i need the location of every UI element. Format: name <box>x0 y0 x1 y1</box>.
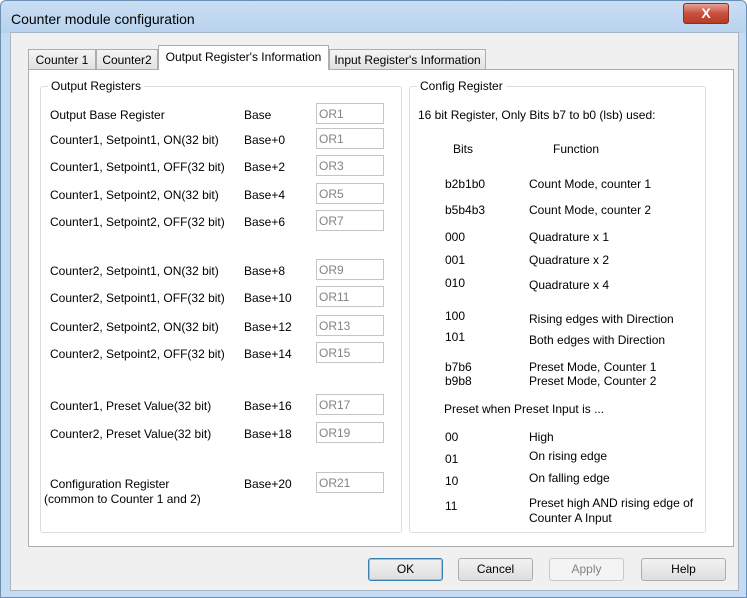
config-function: Preset Mode, Counter 2 <box>529 374 657 388</box>
output-register-label: Counter1, Preset Value(32 bit) <box>50 399 212 413</box>
output-register-offset: Base+18 <box>244 427 292 441</box>
output-register-field[interactable] <box>316 342 384 363</box>
output-register-label: Output Base Register <box>50 108 165 122</box>
config-function: Count Mode, counter 1 <box>529 177 652 191</box>
preset-bits: 11 <box>445 499 458 513</box>
output-register-field[interactable] <box>316 103 384 124</box>
output-register-field[interactable] <box>316 394 384 415</box>
output-register-label: Counter2, Setpoint2, ON(32 bit) <box>50 320 219 334</box>
tab-output-registers-info[interactable]: Output Register's Information <box>158 45 329 70</box>
output-register-field[interactable] <box>316 259 384 280</box>
output-register-offset: Base+6 <box>244 215 286 229</box>
config-bits: 010 <box>445 276 466 290</box>
output-register-field[interactable] <box>316 183 384 204</box>
help-button[interactable]: Help <box>641 558 726 581</box>
output-register-offset: Base+0 <box>244 133 286 147</box>
preset-function: High <box>529 430 554 444</box>
function-column-header: Function <box>553 142 600 156</box>
title-bar[interactable]: Counter module configuration X <box>1 1 746 33</box>
tab-input-registers-info[interactable]: Input Register's Information <box>329 49 486 69</box>
output-register-offset: Base+12 <box>244 320 292 334</box>
output-register-offset: Base+20 <box>244 477 292 491</box>
window-title: Counter module configuration <box>11 11 195 27</box>
config-function: Count Mode, counter 2 <box>529 203 652 217</box>
config-bits: b5b4b3 <box>445 203 486 217</box>
output-register-label: Counter2, Preset Value(32 bit) <box>50 427 212 441</box>
output-register-label: Counter2, Setpoint1, OFF(32 bit) <box>50 291 225 305</box>
preset-function-continued: Counter A Input <box>529 511 612 525</box>
preset-note-text: Preset when Preset Input is ... <box>444 402 605 416</box>
preset-function: On falling edge <box>529 471 610 485</box>
config-bits: 000 <box>445 230 466 244</box>
config-bits: 100 <box>445 309 466 323</box>
tab-counter-1[interactable]: Counter 1 <box>28 49 96 69</box>
output-register-label: Counter1, Setpoint1, OFF(32 bit) <box>50 160 225 174</box>
config-function: Quadrature x 1 <box>529 230 610 244</box>
cancel-button[interactable]: Cancel <box>458 558 533 581</box>
config-register-note: (common to Counter 1 and 2) <box>44 492 201 506</box>
config-bits: b7b6 <box>445 360 472 374</box>
output-register-offset: Base <box>244 108 272 122</box>
output-registers-title: Output Registers <box>48 79 145 93</box>
output-register-field[interactable] <box>316 422 384 443</box>
config-bits: b9b8 <box>445 374 472 388</box>
output-register-label: Counter2, Setpoint2, OFF(32 bit) <box>50 347 225 361</box>
output-register-label: Counter1, Setpoint2, OFF(32 bit) <box>50 215 225 229</box>
output-register-label: Counter1, Setpoint1, ON(32 bit) <box>50 133 219 147</box>
output-register-offset: Base+8 <box>244 264 286 278</box>
config-bits: b2b1b0 <box>445 177 486 191</box>
config-register-title: Config Register <box>417 79 506 93</box>
output-register-offset: Base+16 <box>244 399 292 413</box>
output-register-field[interactable] <box>316 472 384 493</box>
output-register-offset: Base+10 <box>244 291 292 305</box>
output-register-field[interactable] <box>316 286 384 307</box>
close-button[interactable]: X <box>683 3 729 24</box>
output-register-offset: Base+2 <box>244 160 286 174</box>
close-icon: X <box>701 5 711 21</box>
config-function: Both edges with Direction <box>529 333 666 347</box>
config-bits: 101 <box>445 330 466 344</box>
bits-column-header: Bits <box>453 142 474 156</box>
preset-bits: 01 <box>445 452 459 466</box>
output-register-label: Counter1, Setpoint2, ON(32 bit) <box>50 188 219 202</box>
output-register-offset: Base+14 <box>244 347 292 361</box>
output-register-field[interactable] <box>316 128 384 149</box>
config-intro-text: 16 bit Register, Only Bits b7 to b0 (lsb… <box>418 108 656 122</box>
config-function: Preset Mode, Counter 1 <box>529 360 657 374</box>
output-register-field[interactable] <box>316 210 384 231</box>
ok-button[interactable]: OK <box>368 558 443 581</box>
output-register-label: Counter2, Setpoint1, ON(32 bit) <box>50 264 219 278</box>
preset-bits: 10 <box>445 474 459 488</box>
preset-function: Preset high AND rising edge of <box>529 496 694 510</box>
config-function: Quadrature x 2 <box>529 253 610 267</box>
output-register-offset: Base+4 <box>244 188 286 202</box>
preset-function: On rising edge <box>529 449 608 463</box>
output-register-field[interactable] <box>316 155 384 176</box>
output-registers-group: Output Registers <box>40 79 402 533</box>
config-function: Rising edges with Direction <box>529 312 674 326</box>
apply-button[interactable]: Apply <box>549 558 624 581</box>
tab-counter-2[interactable]: Counter2 <box>96 49 158 69</box>
output-register-label: Configuration Register <box>50 477 170 491</box>
preset-bits: 00 <box>445 430 459 444</box>
config-bits: 001 <box>445 253 466 267</box>
output-register-field[interactable] <box>316 315 384 336</box>
config-function: Quadrature x 4 <box>529 278 610 292</box>
